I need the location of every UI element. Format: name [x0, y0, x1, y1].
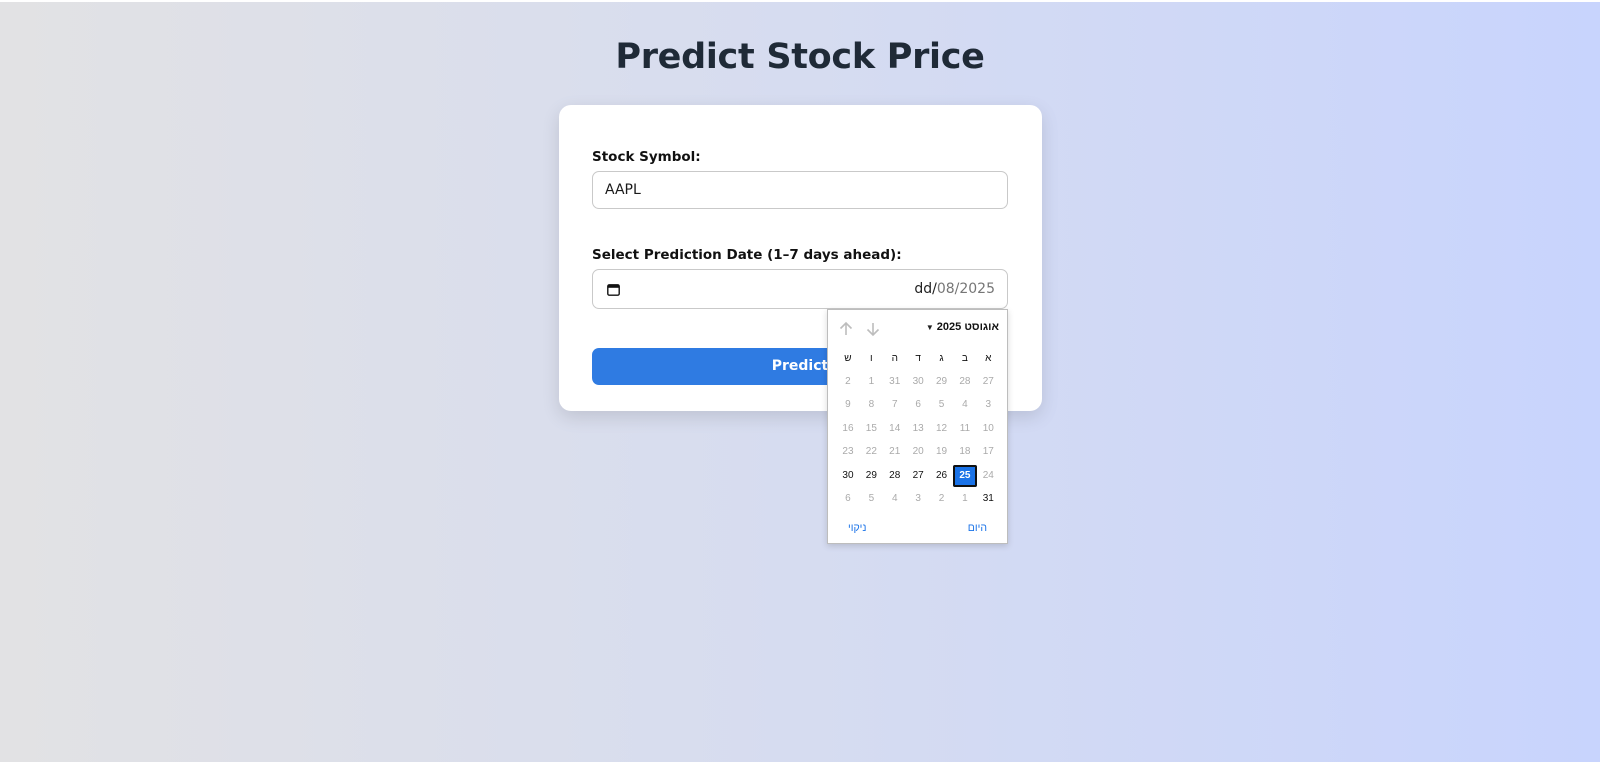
calendar-week-row: 10 11 12 13 14 15 16 — [836, 417, 1000, 440]
calendar-day[interactable]: 7 — [883, 394, 906, 416]
calendar-day[interactable]: 21 — [883, 441, 906, 463]
calendar-day[interactable]: 15 — [860, 418, 883, 440]
calendar-day[interactable]: 9 — [836, 394, 859, 416]
calendar-day[interactable]: 5 — [930, 394, 953, 416]
calendar-day[interactable]: 14 — [883, 418, 906, 440]
calendar-day[interactable]: 2 — [930, 488, 953, 510]
today-button[interactable]: היום — [968, 522, 987, 534]
calendar-day[interactable]: 10 — [977, 418, 1000, 440]
weekday-header: ו — [870, 352, 873, 364]
page-title: Predict Stock Price — [615, 37, 985, 77]
calendar-day[interactable]: 19 — [930, 441, 953, 463]
calendar-day[interactable]: 20 — [906, 441, 929, 463]
arrow-up-icon[interactable] — [837, 320, 855, 338]
date-value: dd/08/2025 — [914, 281, 995, 297]
calendar-day[interactable]: 29 — [930, 371, 953, 393]
calendar-icon[interactable] — [607, 283, 620, 296]
calendar-day[interactable]: 11 — [953, 418, 976, 440]
calendar-day[interactable]: 22 — [860, 441, 883, 463]
calendar-day[interactable]: 26 — [930, 465, 953, 487]
calendar-day[interactable]: 31 — [977, 488, 1000, 510]
weekday-header-row: אבגדהוש — [836, 347, 1000, 370]
calendar-day[interactable]: 27 — [977, 371, 1000, 393]
calendar-day[interactable]: 4 — [883, 488, 906, 510]
prediction-date-input[interactable]: dd/08/2025 — [592, 269, 1008, 309]
month-year-selector[interactable]: ▼ אוגוסט 2025 — [926, 321, 999, 333]
stock-symbol-input[interactable] — [592, 171, 1008, 209]
calendar-day[interactable]: 28 — [953, 371, 976, 393]
calendar-day[interactable]: 31 — [883, 371, 906, 393]
date-year-segment[interactable]: 2025 — [959, 281, 995, 297]
calendar-day[interactable]: 24 — [977, 465, 1000, 487]
weekday-header: ה — [891, 352, 898, 364]
calendar-day[interactable]: 30 — [836, 465, 859, 487]
weekday-header: ש — [844, 352, 852, 364]
calendar-day[interactable]: 8 — [860, 394, 883, 416]
calendar-day[interactable]: 4 — [953, 394, 976, 416]
calendar-day[interactable]: 16 — [836, 418, 859, 440]
arrow-down-icon[interactable] — [864, 320, 882, 338]
weekday-header: ג — [939, 352, 944, 364]
calendar-day[interactable]: 6 — [906, 394, 929, 416]
calendar-day[interactable]: 18 — [953, 441, 976, 463]
top-strip — [0, 0, 1600, 2]
calendar-day[interactable]: 30 — [906, 371, 929, 393]
calendar-weeks: 27 28 29 30 31 1 2 3 4 5 6 7 8 9 10 11 12 13 14 15 16 17 18 19 2… — [836, 370, 1000, 510]
calendar-week-row: 24 25 26 27 28 29 30 — [836, 464, 1000, 487]
calendar-day[interactable]: 17 — [977, 441, 1000, 463]
calendar-day[interactable]: 1 — [953, 488, 976, 510]
month-year-label: אוגוסט 2025 — [936, 321, 999, 333]
calendar-week-row: 27 28 29 30 31 1 2 — [836, 370, 1000, 393]
date-picker-popup: ▼ אוגוסט 2025 אבגדהוש 27 28 29 30 31 1 2 3 4 5 6 7 8… — [827, 309, 1008, 544]
calendar-day[interactable]: 3 — [906, 488, 929, 510]
calendar-day[interactable]: 1 — [860, 371, 883, 393]
calendar-day[interactable]: 23 — [836, 441, 859, 463]
weekday-header: א — [985, 352, 992, 364]
calendar-day[interactable]: 13 — [906, 418, 929, 440]
calendar-day[interactable]: 12 — [930, 418, 953, 440]
calendar-grid: אבגדהוש 27 28 29 30 31 1 2 3 4 5 6 7 8 9 10 11 12 13 14 15 1… — [836, 347, 1000, 511]
calendar-day[interactable]: 5 — [860, 488, 883, 510]
calendar-week-row: 31 1 2 3 4 5 6 — [836, 487, 1000, 510]
calendar-day[interactable]: 6 — [836, 488, 859, 510]
prediction-date-label: Select Prediction Date (1–7 days ahead): — [592, 247, 902, 263]
calendar-day-selected[interactable]: 25 — [953, 464, 977, 487]
caret-down-icon: ▼ — [925, 322, 934, 332]
calendar-day[interactable]: 3 — [977, 394, 1000, 416]
date-day-segment[interactable]: dd — [914, 281, 932, 297]
calendar-day[interactable]: 28 — [883, 465, 906, 487]
clear-button[interactable]: ניקוי — [848, 522, 866, 534]
date-month-segment[interactable]: 08 — [937, 281, 955, 297]
calendar-day[interactable]: 2 — [836, 371, 859, 393]
calendar-week-row: 3456789 — [836, 394, 1000, 417]
calendar-week-row: 17 18 19 20 21 22 23 — [836, 441, 1000, 464]
calendar-day[interactable]: 27 — [906, 465, 929, 487]
calendar-day[interactable]: 29 — [860, 465, 883, 487]
weekday-header: ב — [961, 352, 968, 364]
stock-symbol-label: Stock Symbol: — [592, 149, 701, 165]
weekday-header: ד — [915, 352, 921, 364]
